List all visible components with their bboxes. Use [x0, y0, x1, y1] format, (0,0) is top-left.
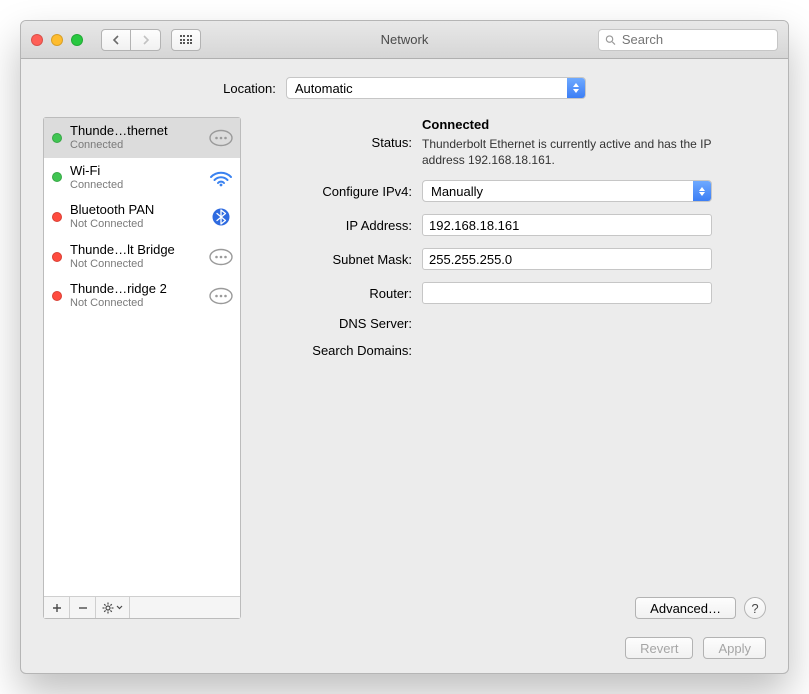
connection-item[interactable]: Thunde…thernetConnected: [44, 118, 240, 158]
connection-status: Connected: [70, 179, 200, 192]
plus-icon: [52, 603, 62, 613]
search-domains-label: Search Domains:: [257, 343, 412, 358]
connection-item[interactable]: Bluetooth PANNot Connected: [44, 197, 240, 237]
configure-ipv4-value: Manually: [431, 184, 483, 199]
connection-name: Bluetooth PAN: [70, 203, 200, 218]
subnet-mask-input[interactable]: [422, 248, 712, 270]
detail-bottom-row: Advanced… ?: [257, 597, 766, 619]
zoom-window-button[interactable]: [71, 34, 83, 46]
location-label: Location:: [223, 81, 276, 96]
status-dot-icon: [52, 133, 62, 143]
detail-pane: Status: Connected Thunderbolt Ethernet i…: [257, 117, 766, 619]
question-icon: ?: [751, 601, 758, 616]
traffic-lights: [31, 34, 83, 46]
connection-status: Connected: [70, 139, 200, 152]
ip-address-label: IP Address:: [257, 218, 412, 233]
grid-icon: [180, 35, 193, 44]
chevron-left-icon: [112, 35, 120, 45]
network-preferences-window: Network Location: Automatic Thunde…thern…: [20, 20, 789, 674]
close-window-button[interactable]: [31, 34, 43, 46]
titlebar: Network: [21, 21, 788, 59]
gear-icon: [102, 602, 114, 614]
status-label: Status:: [257, 135, 412, 150]
status-dot-icon: [52, 252, 62, 262]
nav-back-forward: [101, 29, 161, 51]
connection-text: Wi-FiConnected: [70, 164, 200, 192]
connection-text: Bluetooth PANNot Connected: [70, 203, 200, 231]
location-value: Automatic: [295, 81, 353, 96]
connection-text: Thunde…ridge 2Not Connected: [70, 282, 200, 310]
remove-connection-button[interactable]: [70, 597, 96, 618]
apply-button[interactable]: Apply: [703, 637, 766, 659]
chevron-right-icon: [142, 35, 150, 45]
search-input[interactable]: [620, 31, 771, 48]
thunderbolt-icon: [208, 128, 234, 148]
show-all-button[interactable]: [171, 29, 201, 51]
wifi-icon: [208, 167, 234, 187]
select-arrows-icon: [567, 78, 585, 98]
thunderbolt-icon: [208, 247, 234, 267]
status-dot-icon: [52, 291, 62, 301]
minimize-window-button[interactable]: [51, 34, 63, 46]
connection-item[interactable]: Thunde…ridge 2Not Connected: [44, 276, 240, 316]
configure-ipv4-select[interactable]: Manually: [422, 180, 712, 202]
status-value-block: Connected Thunderbolt Ethernet is curren…: [422, 117, 766, 168]
connection-status: Not Connected: [70, 218, 200, 231]
add-connection-button[interactable]: [44, 597, 70, 618]
advanced-button[interactable]: Advanced…: [635, 597, 736, 619]
configure-ipv4-label: Configure IPv4:: [257, 184, 412, 199]
select-arrows-icon: [693, 181, 711, 201]
connection-text: Thunde…lt BridgeNot Connected: [70, 243, 200, 271]
search-field[interactable]: [598, 29, 778, 51]
status-description: Thunderbolt Ethernet is currently active…: [422, 136, 712, 168]
revert-button[interactable]: Revert: [625, 637, 693, 659]
connection-item[interactable]: Wi-FiConnected: [44, 158, 240, 198]
sidebar-toolbar: [44, 596, 240, 618]
content-area: Location: Automatic Thunde…thernetConnec…: [21, 59, 788, 673]
ip-address-input[interactable]: [422, 214, 712, 236]
location-select[interactable]: Automatic: [286, 77, 586, 99]
location-row: Location: Automatic: [43, 77, 766, 99]
bluetooth-icon: [208, 207, 234, 227]
forward-button[interactable]: [131, 29, 161, 51]
connection-item[interactable]: Thunde…lt BridgeNot Connected: [44, 237, 240, 277]
router-label: Router:: [257, 286, 412, 301]
connections-sidebar: Thunde…thernetConnectedWi-FiConnectedBlu…: [43, 117, 241, 619]
main-row: Thunde…thernetConnectedWi-FiConnectedBlu…: [43, 117, 766, 619]
status-dot-icon: [52, 212, 62, 222]
status-value: Connected: [422, 117, 489, 132]
minus-icon: [78, 603, 88, 613]
dns-server-label: DNS Server:: [257, 316, 412, 331]
connection-name: Thunde…ridge 2: [70, 282, 200, 297]
connection-name: Thunde…thernet: [70, 124, 200, 139]
connection-name: Wi-Fi: [70, 164, 200, 179]
detail-form: Status: Connected Thunderbolt Ethernet i…: [257, 117, 766, 358]
connections-list[interactable]: Thunde…thernetConnectedWi-FiConnectedBlu…: [44, 118, 240, 596]
actions-menu-button[interactable]: [96, 597, 130, 618]
help-button[interactable]: ?: [744, 597, 766, 619]
thunderbolt-icon: [208, 286, 234, 306]
connection-status: Not Connected: [70, 297, 200, 310]
search-icon: [605, 34, 616, 46]
status-dot-icon: [52, 172, 62, 182]
connection-status: Not Connected: [70, 258, 200, 271]
back-button[interactable]: [101, 29, 131, 51]
footer: Revert Apply: [43, 619, 766, 659]
chevron-down-icon: [116, 605, 123, 610]
subnet-mask-label: Subnet Mask:: [257, 252, 412, 267]
connection-name: Thunde…lt Bridge: [70, 243, 200, 258]
connection-text: Thunde…thernetConnected: [70, 124, 200, 152]
router-input[interactable]: [422, 282, 712, 304]
